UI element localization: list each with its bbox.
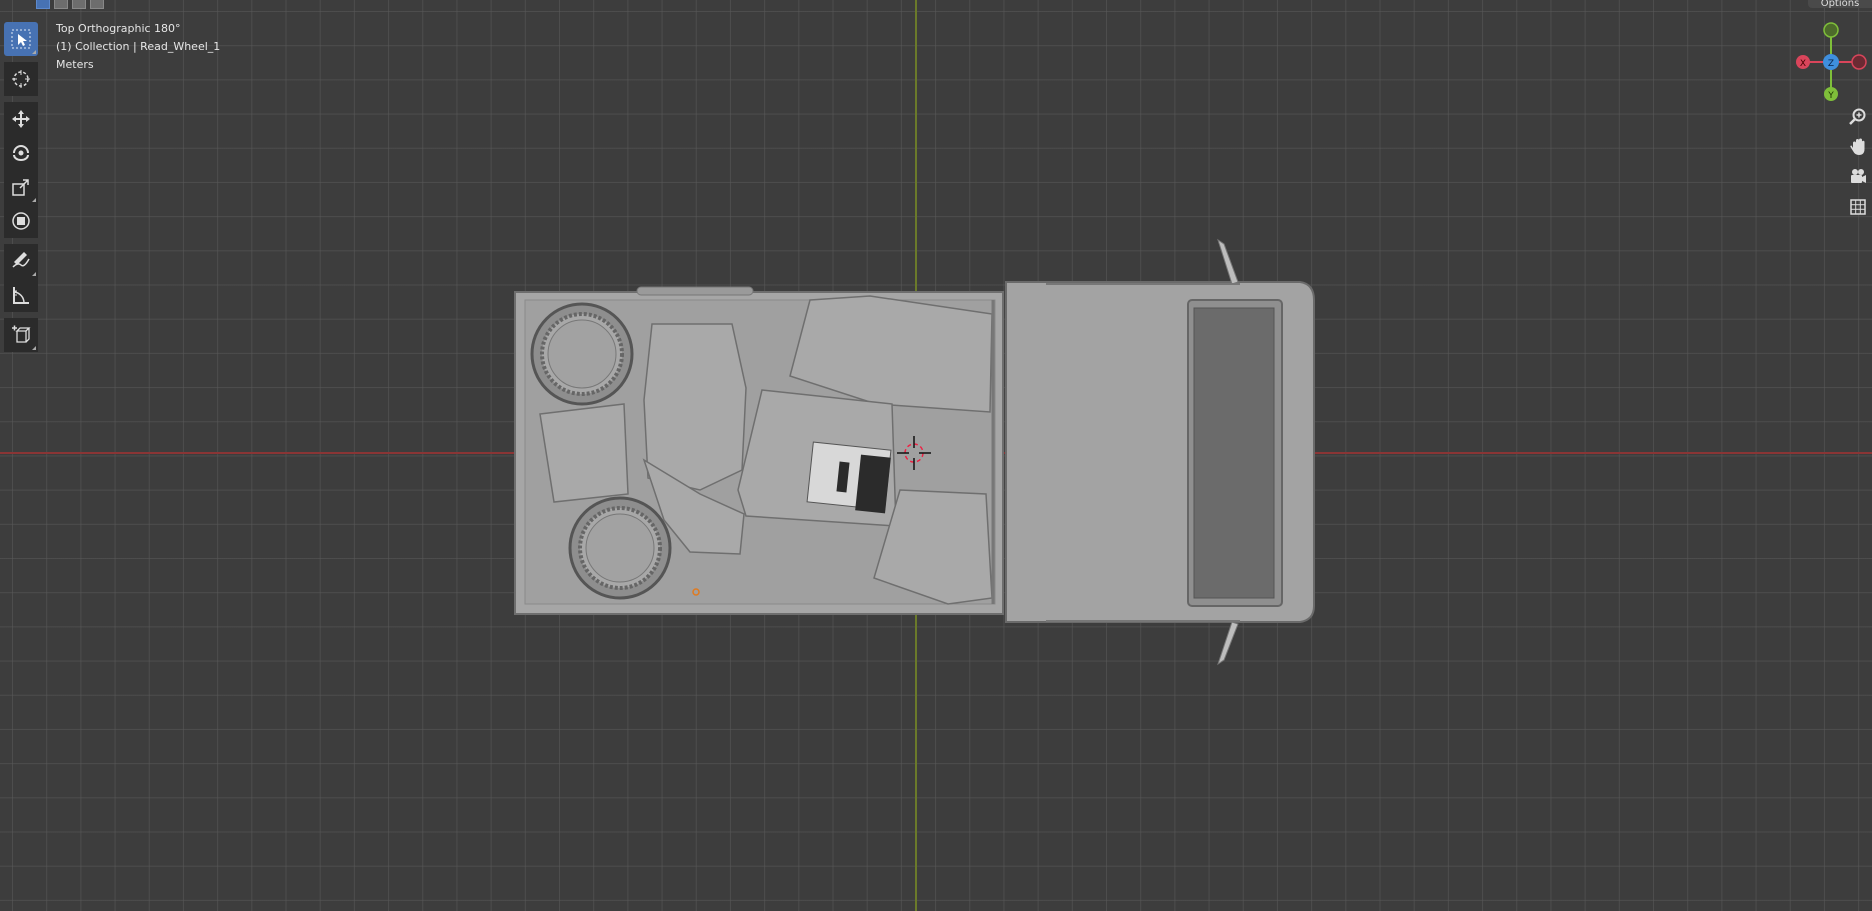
cargo-generator[interactable]: [806, 441, 892, 514]
tool-move[interactable]: [4, 102, 38, 136]
gizmo-neg-y[interactable]: [1823, 22, 1839, 38]
svg-text:Z: Z: [1828, 59, 1834, 69]
left-mirror: [1217, 238, 1239, 285]
tool-annotate[interactable]: [4, 244, 38, 278]
3d-cursor-tool-icon: [12, 70, 30, 88]
zoom-icon: [1849, 108, 1866, 125]
collection-label: (1) Collection | Read_Wheel_1: [56, 40, 221, 53]
gizmo-y[interactable]: Y: [1824, 87, 1838, 101]
select-mode-subtract-icon[interactable]: [72, 0, 86, 9]
options-button[interactable]: Options: [1808, 0, 1872, 8]
zoom-button[interactable]: [1845, 104, 1871, 130]
truck-model[interactable]: [0, 0, 1872, 911]
cursor-select-icon: [11, 29, 31, 49]
tool-cursor[interactable]: [4, 62, 38, 96]
rotate-icon: [13, 145, 29, 161]
spare-tire-2[interactable]: [568, 496, 672, 600]
add-cube-icon: [12, 325, 31, 343]
gizmo-neg-x[interactable]: [1851, 54, 1867, 70]
select-mode-extend-icon[interactable]: [54, 0, 68, 9]
ruler-measure-icon: [13, 287, 29, 304]
navigation-gizmo[interactable]: X Y Z: [1790, 20, 1872, 104]
pan-hand-icon: [1850, 138, 1865, 155]
scale-icon: [12, 179, 29, 196]
tool-shelf: [4, 22, 38, 352]
tool-transform[interactable]: [4, 204, 38, 238]
tool-add-cube[interactable]: [4, 318, 38, 352]
gizmo-z[interactable]: Z: [1823, 54, 1839, 70]
selection-mode-buttons[interactable]: [36, 0, 104, 10]
cab-windshield: [1193, 307, 1275, 599]
units-label: Meters: [56, 58, 94, 71]
view-name-label: Top Orthographic 180°: [56, 22, 181, 35]
transform-icon: [12, 212, 30, 230]
right-mirror: [1217, 621, 1239, 666]
pencil-annotate-icon: [12, 252, 30, 268]
camera-icon: [1851, 169, 1866, 183]
tool-select-box[interactable]: [4, 22, 38, 56]
tool-scale[interactable]: [4, 170, 38, 204]
select-mode-new-icon[interactable]: [36, 0, 50, 9]
move-arrows-icon: [12, 110, 30, 128]
select-mode-invert-icon[interactable]: [90, 0, 104, 9]
toggle-perspective-button[interactable]: [1845, 194, 1871, 220]
gizmo-x[interactable]: X: [1796, 55, 1810, 69]
bed-fender: [636, 286, 754, 296]
camera-view-button[interactable]: [1845, 164, 1871, 190]
pan-button[interactable]: [1845, 134, 1871, 160]
svg-text:Y: Y: [1827, 91, 1834, 101]
tool-rotate[interactable]: [4, 136, 38, 170]
viewport-info: Top Orthographic 180° (1) Collection | R…: [56, 20, 220, 74]
svg-text:X: X: [1800, 59, 1806, 69]
spare-tire-1[interactable]: [530, 302, 634, 406]
grid-perspective-icon: [1850, 199, 1866, 215]
tool-measure[interactable]: [4, 278, 38, 312]
